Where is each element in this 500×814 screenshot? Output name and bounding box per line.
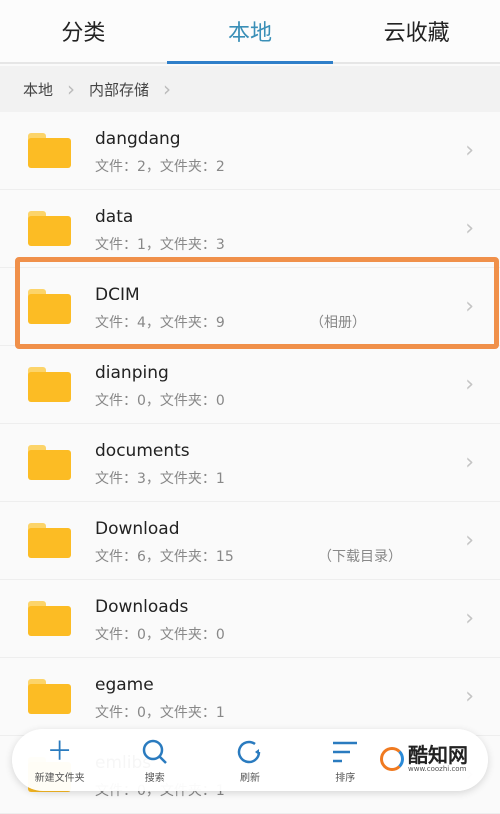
watermark-name: 酷知网 <box>408 743 468 767</box>
chevron-right-icon: › <box>465 216 474 241</box>
folder-meta: 文件：0，文件夹：0 <box>95 393 225 409</box>
plus-icon: ＋ <box>46 736 73 767</box>
folder-name: documents <box>95 441 190 461</box>
chevron-right-icon: › <box>465 606 474 631</box>
folder-icon <box>28 133 71 168</box>
folder-list: dangdang 文件：2，文件夹：2 › data 文件：1，文件夹：3 › … <box>0 112 500 814</box>
folder-meta: 文件：1，文件夹：3 <box>95 237 225 253</box>
sort-label: 排序 <box>335 772 356 784</box>
dcim-highlight-box <box>15 257 499 349</box>
watermark-url: www.coozhi.com <box>408 765 467 773</box>
search-button[interactable]: 搜索 <box>107 729 202 791</box>
top-tabs: 分类 本地 云收藏 <box>0 0 500 64</box>
refresh-label: 刷新 <box>240 772 260 784</box>
folder-name: data <box>95 207 134 227</box>
folder-row[interactable]: documents 文件：3，文件夹：1 › <box>0 424 500 502</box>
folder-meta: 文件：6，文件夹：15 <box>95 549 234 565</box>
folder-name: Download <box>95 519 180 539</box>
folder-name: egame <box>95 675 154 695</box>
breadcrumb-local[interactable]: 本地 <box>23 79 53 100</box>
new-folder-label: 新建文件夹 <box>34 772 85 784</box>
folder-name: dianping <box>95 363 169 383</box>
folder-icon <box>28 679 71 714</box>
folder-meta: 文件：0，文件夹：0 <box>95 627 225 643</box>
folder-meta: 文件：0，文件夹：1 <box>95 705 225 721</box>
chevron-right-icon: › <box>67 77 76 101</box>
sort-button[interactable]: 排序 <box>298 729 393 791</box>
chevron-right-icon: › <box>465 450 474 475</box>
tab-category[interactable]: 分类 <box>0 0 167 62</box>
breadcrumb-internal-storage[interactable]: 内部存储 <box>89 79 149 100</box>
coozhi-logo-icon <box>380 747 404 771</box>
folder-row[interactable]: Download 文件：6，文件夹：15 （下载目录） › <box>0 502 500 580</box>
tab-cloud-favorites[interactable]: 云收藏 <box>333 0 500 62</box>
folder-meta: 文件：3，文件夹：1 <box>95 471 225 487</box>
folder-row[interactable]: dangdang 文件：2，文件夹：2 › <box>0 112 500 190</box>
chevron-right-icon: › <box>465 528 474 553</box>
folder-icon <box>28 445 71 480</box>
tab-local[interactable]: 本地 <box>166 0 334 64</box>
chevron-right-icon: › <box>465 372 474 397</box>
folder-icon <box>28 601 71 636</box>
folder-name: Downloads <box>95 597 189 617</box>
folder-row[interactable]: Downloads 文件：0，文件夹：0 › <box>0 580 500 658</box>
folder-icon <box>28 523 71 558</box>
folder-icon <box>28 367 71 402</box>
folder-icon <box>28 211 71 246</box>
chevron-right-icon: › <box>465 138 474 163</box>
folder-note: （下载目录） <box>318 549 402 565</box>
search-icon <box>140 737 170 769</box>
new-folder-button[interactable]: ＋ 新建文件夹 <box>12 729 107 791</box>
folder-row[interactable]: dianping 文件：0，文件夹：0 › <box>0 346 500 424</box>
chevron-right-icon: › <box>465 684 474 709</box>
search-label: 搜索 <box>144 772 165 784</box>
sort-icon <box>330 737 360 769</box>
refresh-button[interactable]: 刷新 <box>202 729 297 791</box>
breadcrumb: 本地 › 内部存储 › <box>0 66 500 112</box>
folder-meta: 文件：2，文件夹：2 <box>95 159 225 175</box>
refresh-icon <box>235 737 265 769</box>
watermark-logo: 酷知网 www.coozhi.com <box>380 745 468 773</box>
chevron-right-icon: › <box>163 77 172 101</box>
folder-row[interactable]: egame 文件：0，文件夹：1 › <box>0 658 500 736</box>
folder-name: dangdang <box>95 129 181 149</box>
